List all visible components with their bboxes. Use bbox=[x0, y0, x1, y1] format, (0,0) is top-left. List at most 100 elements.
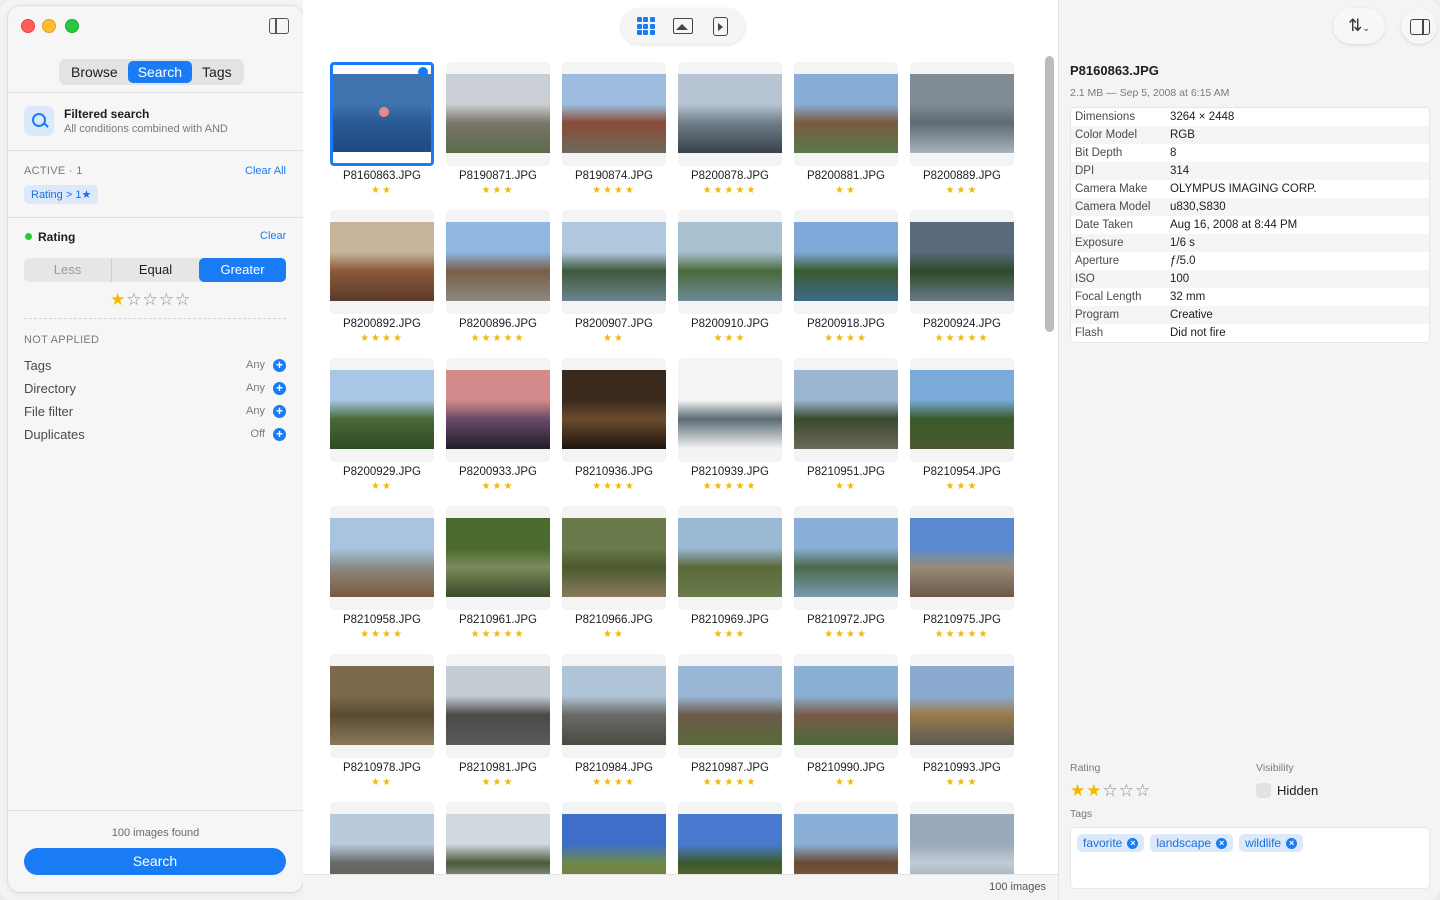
thumbnail-image[interactable] bbox=[446, 654, 550, 758]
thumbnail-item[interactable]: P8210939.JPG ★★★★★ bbox=[678, 358, 782, 492]
zoom-window-button[interactable] bbox=[65, 19, 79, 33]
star-empty-icon[interactable]: ☆ bbox=[1119, 781, 1135, 800]
rating-stars[interactable]: ★☆☆☆☆ bbox=[110, 290, 191, 310]
clear-all-button[interactable]: Clear All bbox=[245, 165, 286, 177]
thumbnail-image[interactable] bbox=[910, 654, 1014, 758]
thumbnail-image[interactable] bbox=[678, 62, 782, 166]
thumbnail-image[interactable] bbox=[330, 62, 434, 166]
star-filled-icon[interactable]: ★ bbox=[110, 290, 126, 309]
thumbnail-item[interactable]: P8200881.JPG ★★ bbox=[794, 62, 898, 196]
tab-search[interactable]: Search bbox=[127, 61, 193, 83]
thumbnail-item[interactable]: P8210936.JPG ★★★★ bbox=[562, 358, 666, 492]
add-icon[interactable]: + bbox=[273, 358, 286, 372]
thumbnail-item[interactable] bbox=[678, 802, 782, 874]
thumbnail-image[interactable] bbox=[330, 802, 434, 874]
grid-view-icon[interactable] bbox=[635, 15, 657, 37]
tab-browse[interactable]: Browse bbox=[61, 61, 128, 83]
thumbnail-item[interactable]: P8200924.JPG ★★★★★ bbox=[910, 210, 1014, 344]
thumbnail-item[interactable] bbox=[910, 802, 1014, 874]
remove-tag-icon[interactable]: × bbox=[1127, 837, 1139, 849]
thumbnail-item[interactable]: P8210978.JPG ★★ bbox=[330, 654, 434, 788]
thumbnail-image[interactable] bbox=[446, 802, 550, 874]
thumbnail-image[interactable] bbox=[678, 802, 782, 874]
thumbnail-image[interactable] bbox=[330, 210, 434, 314]
remove-tag-icon[interactable]: × bbox=[1216, 837, 1228, 849]
thumbnail-image[interactable] bbox=[910, 358, 1014, 462]
thumbnail-image[interactable] bbox=[794, 210, 898, 314]
thumbnail-item[interactable]: P8210958.JPG ★★★★ bbox=[330, 506, 434, 640]
minimize-window-button[interactable] bbox=[42, 19, 56, 33]
sort-menu-button[interactable]: ⇅⌄ bbox=[1333, 8, 1385, 44]
filter-row-file-filter[interactable]: File filter Any + bbox=[24, 402, 286, 420]
scrollbar[interactable] bbox=[1045, 56, 1054, 332]
thumbnail-image[interactable] bbox=[910, 802, 1014, 874]
thumbnail-item[interactable]: P8200918.JPG ★★★★ bbox=[794, 210, 898, 344]
thumbnail-item[interactable]: P8210975.JPG ★★★★★ bbox=[910, 506, 1014, 640]
thumbnail-item[interactable] bbox=[794, 802, 898, 874]
thumbnail-item[interactable]: P8200892.JPG ★★★★ bbox=[330, 210, 434, 344]
star-empty-icon[interactable]: ☆ bbox=[143, 290, 159, 309]
sidebar-toggle-icon[interactable] bbox=[269, 18, 289, 34]
star-empty-icon[interactable]: ☆ bbox=[1135, 781, 1151, 800]
thumbnail-image[interactable] bbox=[794, 802, 898, 874]
thumbnail-item[interactable]: P8210954.JPG ★★★ bbox=[910, 358, 1014, 492]
thumbnail-image[interactable] bbox=[562, 654, 666, 758]
rating-clear-button[interactable]: Clear bbox=[260, 230, 286, 242]
star-filled-icon[interactable]: ★ bbox=[1086, 781, 1102, 800]
tab-tags[interactable]: Tags bbox=[192, 61, 242, 83]
thumbnail-item[interactable]: P8210987.JPG ★★★★★ bbox=[678, 654, 782, 788]
thumbnail-image[interactable] bbox=[330, 654, 434, 758]
thumbnail-image[interactable] bbox=[446, 506, 550, 610]
filter-row-directory[interactable]: Directory Any + bbox=[24, 379, 286, 397]
thumbnail-item[interactable]: P8200929.JPG ★★ bbox=[330, 358, 434, 492]
compare-greater[interactable]: Greater bbox=[199, 258, 286, 282]
remove-tag-icon[interactable]: × bbox=[1286, 837, 1298, 849]
thumbnail-item[interactable]: P8200933.JPG ★★★ bbox=[446, 358, 550, 492]
thumbnail-image[interactable] bbox=[794, 62, 898, 166]
thumbnail-image[interactable] bbox=[562, 802, 666, 874]
thumbnail-item[interactable]: P8200878.JPG ★★★★★ bbox=[678, 62, 782, 196]
thumbnail-item[interactable]: P8190874.JPG ★★★★ bbox=[562, 62, 666, 196]
filter-row-tags[interactable]: Tags Any + bbox=[24, 356, 286, 374]
thumbnail-image[interactable] bbox=[562, 62, 666, 166]
thumbnail-item[interactable]: P8210981.JPG ★★★ bbox=[446, 654, 550, 788]
hidden-checkbox[interactable] bbox=[1256, 783, 1271, 798]
thumbnail-item[interactable]: P8210990.JPG ★★ bbox=[794, 654, 898, 788]
thumbnail-item[interactable]: P8210966.JPG ★★ bbox=[562, 506, 666, 640]
compare-equal[interactable]: Equal bbox=[111, 258, 199, 282]
thumbnail-item[interactable]: P8210961.JPG ★★★★★ bbox=[446, 506, 550, 640]
thumbnail-item[interactable]: P8200889.JPG ★★★ bbox=[910, 62, 1014, 196]
slideshow-view-icon[interactable] bbox=[709, 15, 731, 37]
thumbnail-image[interactable] bbox=[794, 358, 898, 462]
thumbnail-image[interactable] bbox=[910, 506, 1014, 610]
thumbnail-image[interactable] bbox=[562, 210, 666, 314]
thumbnail-item[interactable]: P8210969.JPG ★★★ bbox=[678, 506, 782, 640]
star-empty-icon[interactable]: ☆ bbox=[159, 290, 175, 309]
close-window-button[interactable] bbox=[21, 19, 35, 33]
star-filled-icon[interactable]: ★ bbox=[1070, 781, 1086, 800]
tag-chip[interactable]: wildlife × bbox=[1239, 834, 1304, 852]
thumbnail-item[interactable]: P8160863.JPG ★★ bbox=[330, 62, 434, 196]
thumbnail-image[interactable] bbox=[678, 210, 782, 314]
thumbnail-item[interactable]: P8200907.JPG ★★ bbox=[562, 210, 666, 344]
star-empty-icon[interactable]: ☆ bbox=[175, 290, 191, 309]
tag-chip[interactable]: favorite × bbox=[1077, 834, 1145, 852]
tags-field[interactable]: favorite × landscape × wildlife × bbox=[1070, 827, 1430, 889]
thumbnail-image[interactable] bbox=[794, 506, 898, 610]
active-filter-chip[interactable]: Rating > 1★ bbox=[24, 185, 99, 204]
compare-less[interactable]: Less bbox=[24, 258, 111, 282]
single-image-view-icon[interactable] bbox=[672, 15, 694, 37]
add-icon[interactable]: + bbox=[273, 427, 286, 441]
thumbnail-item[interactable]: P8210951.JPG ★★ bbox=[794, 358, 898, 492]
thumbnail-image[interactable] bbox=[446, 62, 550, 166]
thumbnail-image[interactable] bbox=[678, 506, 782, 610]
thumbnail-image[interactable] bbox=[446, 210, 550, 314]
inspector-toggle-icon[interactable] bbox=[1401, 8, 1437, 44]
thumbnail-item[interactable]: P8190871.JPG ★★★ bbox=[446, 62, 550, 196]
thumbnail-image[interactable] bbox=[678, 654, 782, 758]
thumbnail-item[interactable]: P8210972.JPG ★★★★ bbox=[794, 506, 898, 640]
thumbnail-item[interactable] bbox=[562, 802, 666, 874]
thumbnail-item[interactable]: P8200910.JPG ★★★ bbox=[678, 210, 782, 344]
thumbnail-item[interactable]: P8210984.JPG ★★★★ bbox=[562, 654, 666, 788]
tag-chip[interactable]: landscape × bbox=[1150, 834, 1234, 852]
